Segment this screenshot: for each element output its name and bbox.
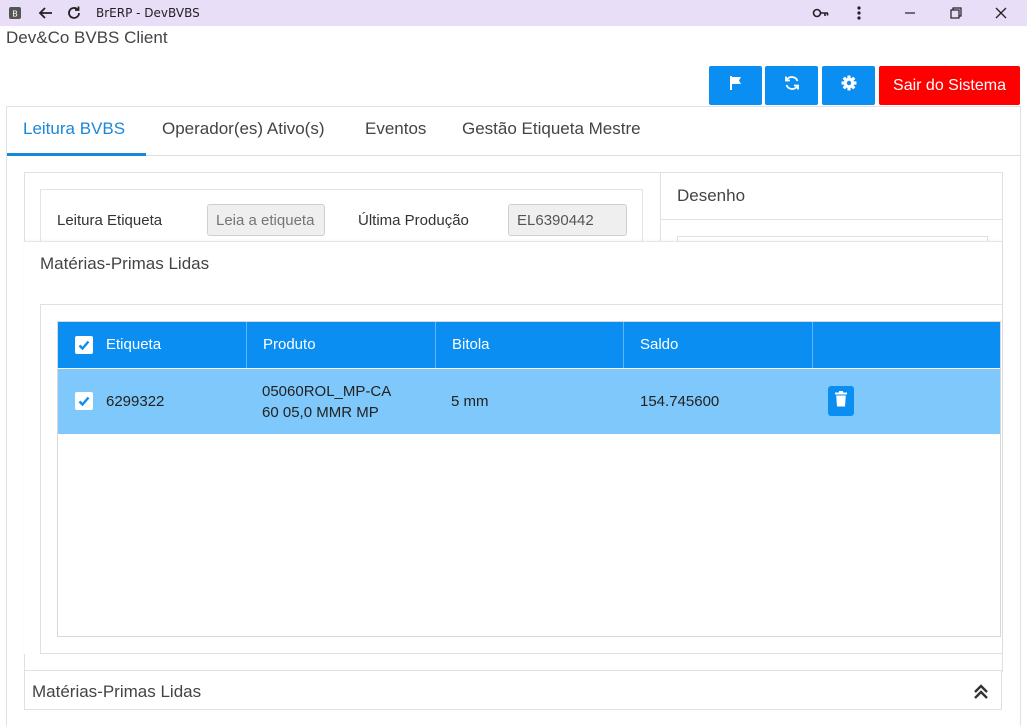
cell-saldo: 154.745600 bbox=[640, 393, 720, 410]
column-header-etiqueta[interactable]: Etiqueta bbox=[58, 322, 247, 368]
reload-icon[interactable] bbox=[66, 5, 82, 21]
column-header-saldo[interactable]: Saldo bbox=[624, 322, 813, 368]
exit-button[interactable]: Sair do Sistema bbox=[879, 66, 1020, 105]
tab-gestao-etiqueta-mestre[interactable]: Gestão Etiqueta Mestre bbox=[462, 119, 641, 139]
cell-produto-line1: 05060ROL_MP-CA bbox=[262, 383, 392, 400]
flag-button[interactable] bbox=[709, 66, 762, 105]
tab-leitura-bvbs[interactable]: Leitura BVBS bbox=[23, 119, 125, 139]
materias-title: Matérias-Primas Lidas bbox=[40, 254, 210, 273]
column-label-etiqueta: Etiqueta bbox=[106, 336, 162, 353]
ultima-producao-value: EL6390442 bbox=[508, 204, 627, 236]
leitura-etiqueta-label: Leitura Etiqueta bbox=[57, 212, 163, 229]
select-all-checkbox[interactable] bbox=[75, 336, 93, 354]
svg-text:B: B bbox=[12, 10, 18, 19]
column-header-bitola[interactable]: Bitola bbox=[436, 322, 624, 368]
chevron-double-up-icon[interactable] bbox=[972, 683, 990, 701]
minimize-icon[interactable] bbox=[904, 5, 916, 21]
more-icon[interactable] bbox=[856, 5, 862, 21]
tab-eventos[interactable]: Eventos bbox=[365, 119, 426, 139]
trash-icon bbox=[835, 390, 847, 412]
leitura-etiqueta-input[interactable] bbox=[207, 204, 325, 236]
window-titlebar: B BrERP - DevBVBS bbox=[0, 0, 1027, 26]
table-header: Etiqueta Produto Bitola Saldo bbox=[58, 322, 1000, 368]
gear-icon bbox=[841, 75, 857, 96]
refresh-icon bbox=[784, 75, 800, 96]
leitura-section: Leitura Etiqueta Última Produção EL63904… bbox=[40, 189, 643, 249]
cell-etiqueta: 6299322 bbox=[106, 393, 165, 410]
column-header-produto[interactable]: Produto bbox=[247, 322, 436, 368]
footer-title: Matérias-Primas Lidas bbox=[32, 682, 202, 701]
ultima-producao-label: Última Produção bbox=[358, 212, 469, 229]
app-icon: B bbox=[8, 5, 22, 21]
cell-produto-line2: 60 05,0 MMR MP bbox=[262, 404, 379, 421]
row-checkbox[interactable] bbox=[75, 392, 93, 410]
column-header-actions bbox=[813, 322, 1000, 368]
back-icon[interactable] bbox=[38, 5, 54, 21]
delete-row-button[interactable] bbox=[828, 386, 854, 416]
desenho-title: Desenho bbox=[677, 186, 746, 205]
active-tab-indicator bbox=[7, 153, 146, 156]
tab-bar: Leitura BVBS Operador(es) Ativo(s) Event… bbox=[7, 107, 1020, 156]
desenho-section: Desenho bbox=[660, 172, 1002, 242]
settings-button[interactable] bbox=[822, 66, 875, 105]
refresh-button[interactable] bbox=[765, 66, 818, 105]
maximize-icon[interactable] bbox=[950, 5, 962, 21]
flag-icon bbox=[728, 75, 744, 96]
window-title: BrERP - DevBVBS bbox=[96, 6, 200, 20]
tab-operadores-ativos[interactable]: Operador(es) Ativo(s) bbox=[162, 119, 325, 139]
desenho-divider bbox=[661, 219, 1002, 220]
close-icon[interactable] bbox=[995, 5, 1007, 21]
cell-produto: 05060ROL_MP-CA 60 05,0 MMR MP bbox=[262, 381, 391, 423]
app-title: Dev&Co BVBS Client bbox=[6, 28, 168, 47]
key-icon[interactable] bbox=[812, 5, 830, 21]
table-row[interactable]: 6299322 05060ROL_MP-CA 60 05,0 MMR MP 5 … bbox=[58, 369, 1000, 434]
cell-bitola: 5 mm bbox=[451, 393, 489, 410]
